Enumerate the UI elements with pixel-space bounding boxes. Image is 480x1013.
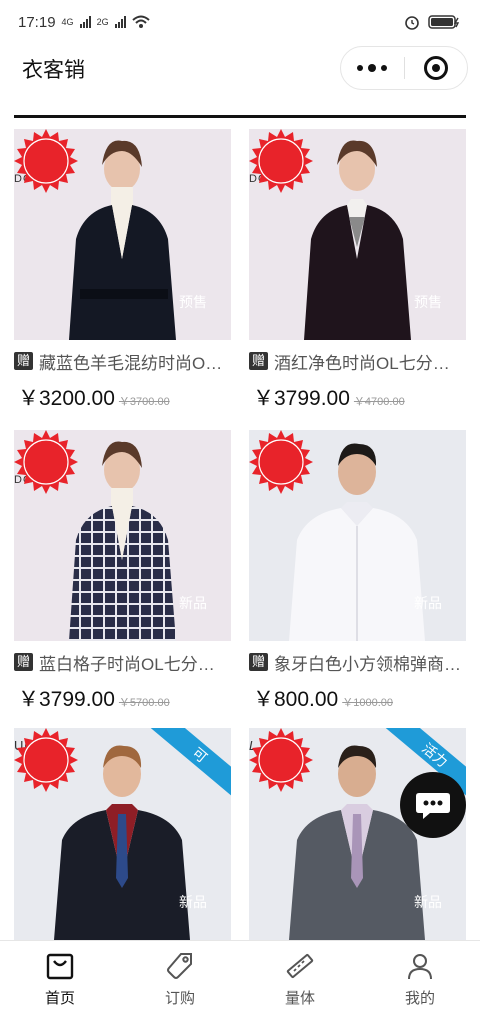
tab-home[interactable]: 首页 xyxy=(0,941,120,1013)
wifi-icon xyxy=(131,15,150,28)
product-badge: 新品 xyxy=(414,595,442,611)
product-name: 蓝白格子时尚OL七分… xyxy=(39,654,215,674)
badge-burst-icon xyxy=(249,728,313,792)
more-menu-button[interactable] xyxy=(341,64,404,72)
network-2g-label: 2G xyxy=(96,17,109,27)
tab-label: 订购 xyxy=(164,990,195,1007)
product-image: 新品 xyxy=(249,430,466,641)
status-time: 17:19 xyxy=(18,13,56,31)
close-mini-program-button[interactable] xyxy=(405,56,468,80)
product-card[interactable]: DOOR 预售 赠 藏蓝色羊毛混纺时尚O… ￥3200.00 ￥3700.00 xyxy=(14,129,231,412)
person-icon xyxy=(408,954,432,980)
product-price: ￥3200.00 xyxy=(18,387,115,410)
product-original-price: ￥3700.00 xyxy=(118,396,170,408)
tab-label: 我的 xyxy=(404,990,435,1007)
nav-bar: 衣客销 xyxy=(0,44,480,94)
product-name: 酒红净色时尚OL七分… xyxy=(274,353,450,373)
gift-tag: 赠 xyxy=(14,653,34,671)
dot-icon xyxy=(357,65,364,71)
battery-icon xyxy=(428,15,460,29)
badge-burst-icon xyxy=(14,129,78,193)
price-tag-icon xyxy=(167,953,192,979)
target-icon xyxy=(423,56,448,80)
badge-burst-icon xyxy=(14,728,78,792)
customer-service-button[interactable] xyxy=(400,772,466,838)
product-price: ￥800.00 xyxy=(253,688,339,711)
product-badge: 新品 xyxy=(179,894,207,910)
product-image: DOOR 预售 xyxy=(14,129,231,340)
bottom-tab-bar: 首页 订购 量体 我的 xyxy=(0,940,480,1013)
network-4g-label: 4G xyxy=(61,17,74,27)
tab-label: 量体 xyxy=(284,990,315,1007)
ruler-icon xyxy=(286,953,314,979)
signal-icon xyxy=(79,16,91,28)
product-name: 藏蓝色羊毛混纺时尚O… xyxy=(39,353,223,373)
product-card[interactable]: 新品 赠 象牙白色小方领棉弹商… ￥800.00 ￥1000.00 xyxy=(249,430,466,713)
product-price: ￥3799.00 xyxy=(18,688,115,711)
dot-icon xyxy=(368,64,377,72)
dot-icon xyxy=(381,65,388,71)
badge-burst-icon xyxy=(249,129,313,193)
product-badge: 新品 xyxy=(414,894,442,910)
mini-program-capsule xyxy=(340,46,468,90)
gift-tag: 赠 xyxy=(14,352,34,370)
product-card[interactable]: DOOR 预售 赠 酒红净色时尚OL七分… ￥3799.00 ￥4700.00 xyxy=(249,129,466,412)
app-title: 衣客销 xyxy=(22,59,85,82)
gift-tag: 赠 xyxy=(249,653,269,671)
product-original-price: ￥5700.00 xyxy=(118,697,170,709)
product-original-price: ￥4700.00 xyxy=(353,396,405,408)
gift-tag: 赠 xyxy=(249,352,269,370)
tab-profile[interactable]: 我的 xyxy=(360,941,480,1013)
product-badge: 新品 xyxy=(179,595,207,611)
product-badge: 预售 xyxy=(179,294,207,310)
badge-burst-icon xyxy=(14,430,78,494)
product-name: 象牙白色小方领棉弹商… xyxy=(274,654,462,674)
alarm-icon xyxy=(405,16,419,30)
shopping-bag-icon xyxy=(46,953,74,980)
product-price: ￥3799.00 xyxy=(253,387,350,410)
product-badge: 预售 xyxy=(414,294,442,310)
status-bar: 17:19 4G 2G xyxy=(0,0,480,44)
product-card[interactable]: UCA 可 新品 xyxy=(14,728,231,940)
tab-order[interactable]: 订购 xyxy=(120,941,240,1013)
product-original-price: ￥1000.00 xyxy=(342,697,393,709)
chat-bubble-icon xyxy=(416,793,450,819)
badge-burst-icon xyxy=(249,430,313,494)
tab-measure[interactable]: 量体 xyxy=(240,941,360,1013)
product-card[interactable]: DOOR 新品 赠 蓝白格子时尚OL七分… ￥3799.00 ￥5700.00 xyxy=(14,430,231,713)
product-image: UCA 可 新品 xyxy=(14,728,231,940)
product-image: DOOR 预售 xyxy=(249,129,466,340)
signal-icon-2 xyxy=(114,16,126,28)
header-divider xyxy=(14,115,466,118)
product-image: DOOR 新品 xyxy=(14,430,231,641)
tab-label: 首页 xyxy=(44,990,75,1007)
